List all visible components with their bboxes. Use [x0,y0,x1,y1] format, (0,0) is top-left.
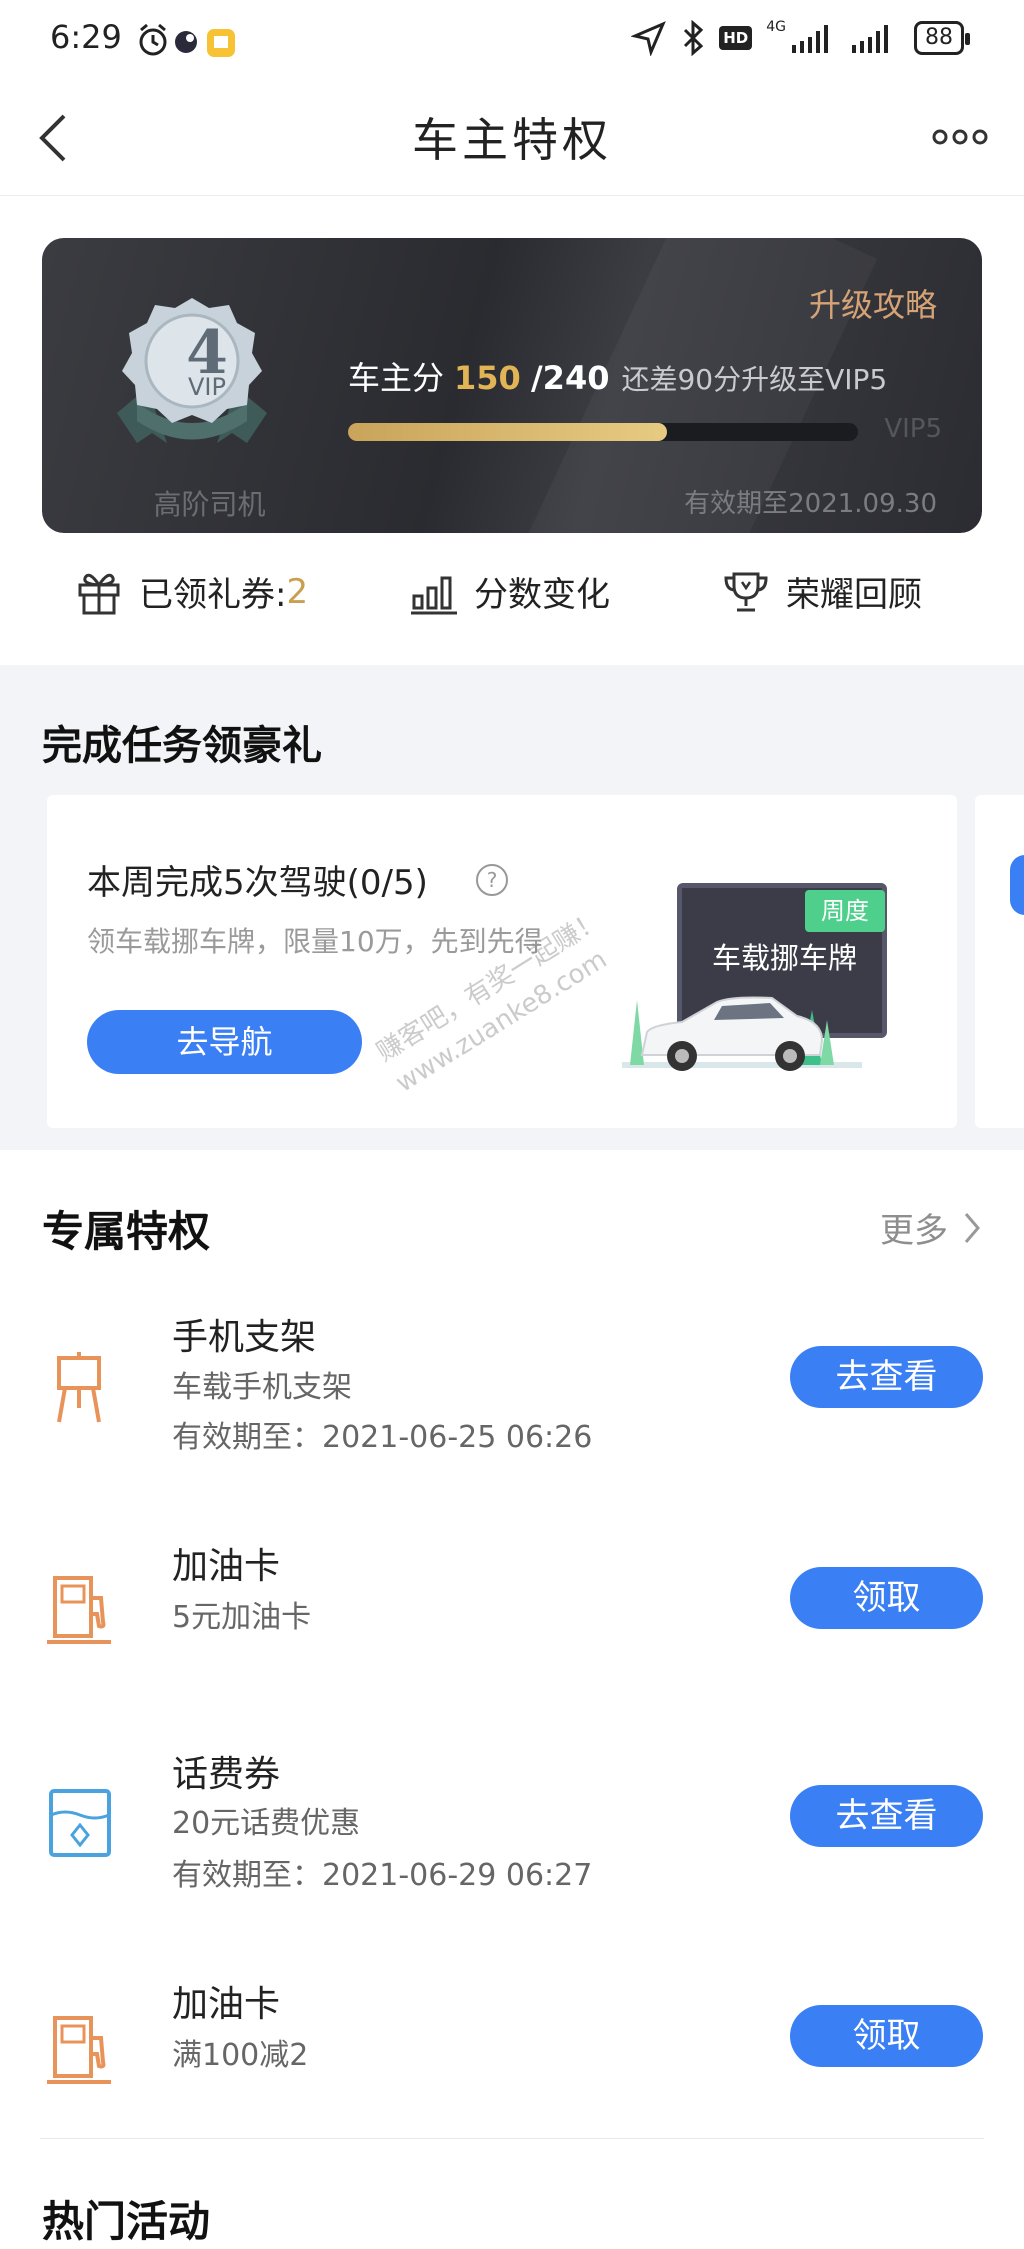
privilege-item: 话费券 20元话费优惠 有效期至：2021-06-29 06:27 去查看 [0,1730,1024,1930]
status-bar: 6:29 HD 4G 88 [0,0,1024,80]
score-change-label: 分数变化 [474,575,610,615]
network-label: 4G [766,19,786,35]
more-options-button[interactable] [930,122,990,152]
page-title: 车主特权 [412,113,612,167]
note-app-icon [207,29,235,57]
privilege-item: 加油卡 5元加油卡 领取 [0,1540,1024,1740]
signal-icon [792,25,888,53]
tasks-section: 完成任务领豪礼 本周完成5次驾驶(0/5) ? 领车载挪车牌，限量10万，先到先… [0,665,1024,1150]
hd-badge: HD [719,26,753,50]
alarm-icon [139,23,167,56]
claim-button[interactable]: 领取 [790,2005,983,2067]
gift-icon [78,573,120,614]
svg-text:?: ? [487,868,498,892]
score-line: 车主分 150 /240 还差90分升级至VIP5 [348,353,887,399]
phone-bill-icon [45,1785,117,1865]
bluetooth-icon [684,20,704,56]
next-card-button-peek [1010,855,1024,915]
vip-badge-label: VIP [188,373,226,401]
next-level-label: VIP5 [884,414,942,444]
more-dots-icon [932,129,988,145]
privilege-name: 加油卡 [172,1546,281,1587]
status-time: 6:29 [50,18,122,56]
privileges-section-title: 专属特权 [42,1207,211,1256]
tasks-section-title: 完成任务领豪礼 [42,723,322,769]
upgrade-guide-link[interactable]: 升级攻略 [809,280,937,326]
privilege-valid: 有效期至：2021-06-25 06:26 [172,1420,593,1455]
bar-chart-icon [411,576,457,614]
claim-button[interactable]: 领取 [790,1567,983,1629]
fuel-pump-icon [45,2010,117,2090]
privileges-more-link[interactable]: 更多 [880,1203,982,1252]
phone-stand-icon [45,1350,117,1430]
score-total: /240 [530,359,610,397]
score-label: 车主分 [348,359,445,397]
privilege-name: 手机支架 [172,1317,317,1358]
trophy-icon [724,572,768,611]
fuel-pump-icon [45,1570,117,1650]
more-label: 更多 [880,1211,948,1251]
score-hint: 还差90分升级至VIP5 [621,363,888,396]
privilege-valid: 有效期至：2021-06-29 06:27 [172,1858,593,1893]
privilege-item: 手机支架 车载手机支架 有效期至：2021-06-25 06:26 去查看 [0,1290,1024,1490]
go-navigate-button[interactable]: 去导航 [87,1010,362,1074]
score-progress-fill [348,423,667,441]
privilege-desc: 20元话费优惠 [172,1806,361,1841]
score-change-link[interactable]: 分数变化 [410,567,610,616]
vip-valid-until: 有效期至2021.09.30 [684,489,937,519]
status-system-icons: HD 4G 88 [631,19,970,56]
privilege-desc: 5元加油卡 [172,1600,312,1635]
privilege-name: 话费券 [172,1754,281,1795]
coupons-label: 已领礼券: [139,575,287,615]
help-icon[interactable]: ? [475,863,509,897]
score-progress-bar [348,423,858,441]
privilege-desc: 满100减2 [172,2038,309,2073]
chevron-right-icon [964,1212,980,1243]
coupons-link[interactable]: 已领礼券: 2 [75,567,308,616]
app-notification-icon [175,31,197,53]
vip-level-name: 高阶司机 [153,488,266,521]
page-header: 车主特权 [0,80,1024,196]
status-notification-icons [135,20,245,64]
task-card-next-peek[interactable] [975,795,1024,1128]
location-icon [631,21,667,56]
weekly-tag: 周度 [805,890,885,932]
honor-review-label: 荣耀回顾 [786,575,922,615]
view-button[interactable]: 去查看 [790,1785,983,1847]
view-button[interactable]: 去查看 [790,1346,983,1408]
privilege-item: 加油卡 满100减2 领取 [0,1980,1024,2180]
task-title: 本周完成5次驾驶(0/5) [87,863,428,903]
privilege-name: 加油卡 [172,1984,281,2025]
privilege-desc: 车载手机支架 [172,1370,352,1405]
car-illustration [622,970,882,1090]
coupons-count: 2 [286,571,309,612]
quick-links-row: 已领礼券: 2 分数变化 荣耀回顾 [0,555,1024,640]
honor-review-link[interactable]: 荣耀回顾 [722,567,922,616]
score-current: 150 [454,359,521,397]
task-subtitle: 领车载挪车牌，限量10万，先到先得 [87,925,543,958]
vip-level-card: 4 VIP 高阶司机 升级攻略 车主分 150 /240 还差90分升级至VIP5 … [42,238,982,533]
section-divider [40,2138,984,2139]
battery-indicator: 88 [914,21,970,55]
